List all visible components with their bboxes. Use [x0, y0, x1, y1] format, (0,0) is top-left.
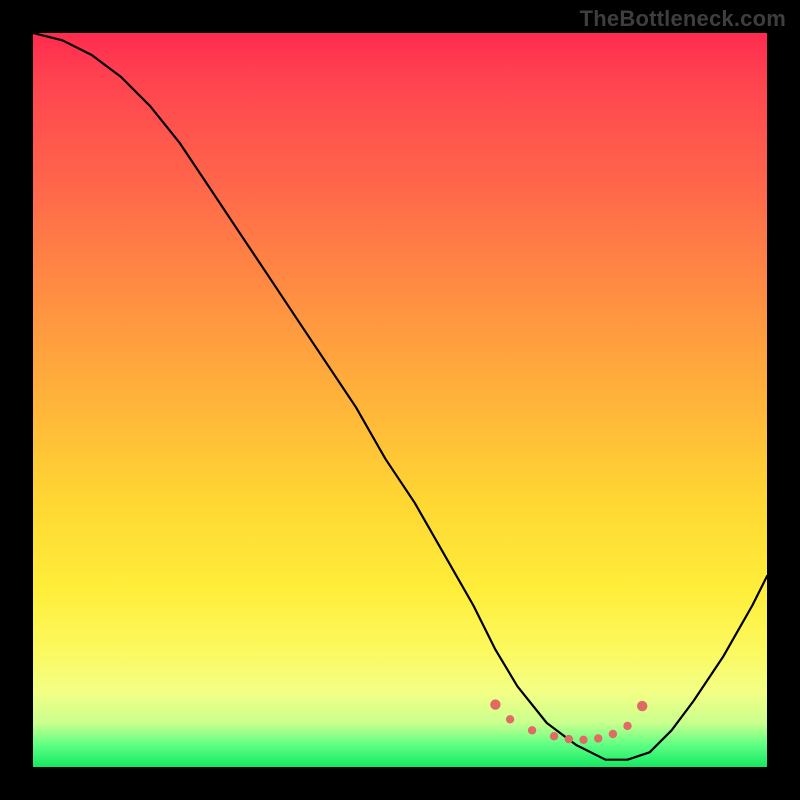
- highlight-dot: [637, 701, 647, 711]
- watermark-text: TheBottleneck.com: [580, 6, 786, 32]
- highlight-dot: [565, 735, 573, 743]
- highlight-dot: [623, 722, 631, 730]
- highlight-dot: [609, 730, 617, 738]
- bottleneck-curve: [33, 33, 767, 760]
- curve-svg: [33, 33, 767, 767]
- highlight-dots: [490, 699, 647, 744]
- chart-frame: TheBottleneck.com: [0, 0, 800, 800]
- highlight-dot: [528, 726, 536, 734]
- plot-area: [33, 33, 767, 767]
- highlight-dot: [506, 715, 514, 723]
- highlight-dot: [579, 736, 587, 744]
- highlight-dot: [550, 732, 558, 740]
- highlight-dot: [490, 699, 500, 709]
- highlight-dot: [594, 734, 602, 742]
